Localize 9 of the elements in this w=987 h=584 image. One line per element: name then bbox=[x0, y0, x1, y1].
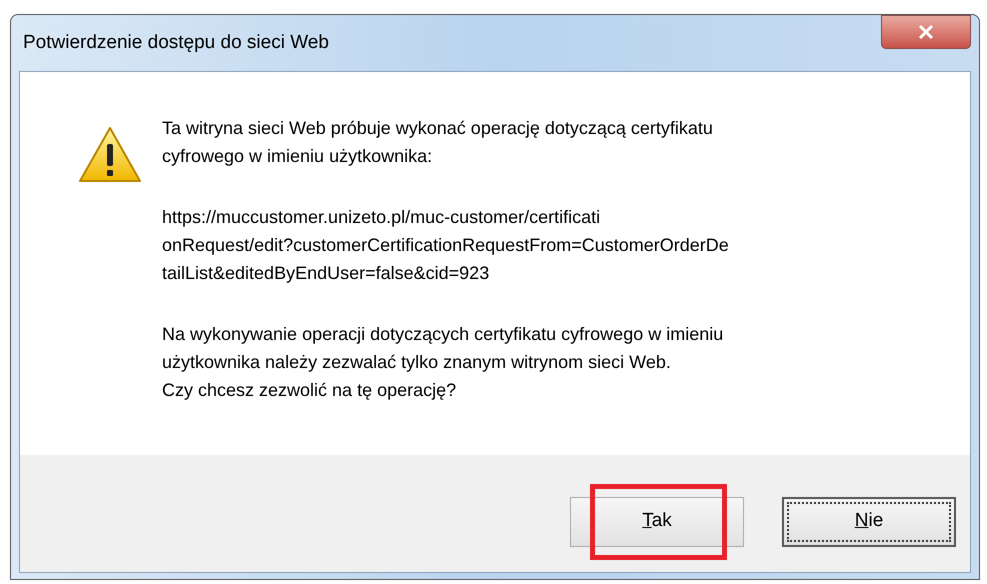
warning-text: Na wykonywanie operacji dotyczących certyfikatu cyfrowego w imieniu użytkownika należy zezwalać tylko znanym witrynom sieci Web. Czy chcesz zezwolić na tę operację? bbox=[162, 323, 724, 402]
close-button[interactable] bbox=[881, 15, 971, 49]
warning-icon bbox=[78, 126, 142, 184]
window-title: Potwierdzenie dostępu do sieci Web bbox=[22, 30, 329, 55]
dialog-button[interactable]: Tak bbox=[570, 496, 744, 546]
intro-text: Ta witryna sieci Web próbuje wykonać operację dotyczącą certyfikatu cyfrowego w imieniu użytkownika: bbox=[162, 117, 713, 168]
url-text: https://muccustomer.unizeto.pl/muc-customer/certificati onRequest/edit?customerCertificationRequestFrom=CustomerOrderDe tailList&editedByEndUser=false&cid=923 bbox=[162, 206, 729, 285]
close-icon bbox=[918, 25, 934, 39]
dialog-button[interactable]: Nie bbox=[782, 496, 956, 546]
